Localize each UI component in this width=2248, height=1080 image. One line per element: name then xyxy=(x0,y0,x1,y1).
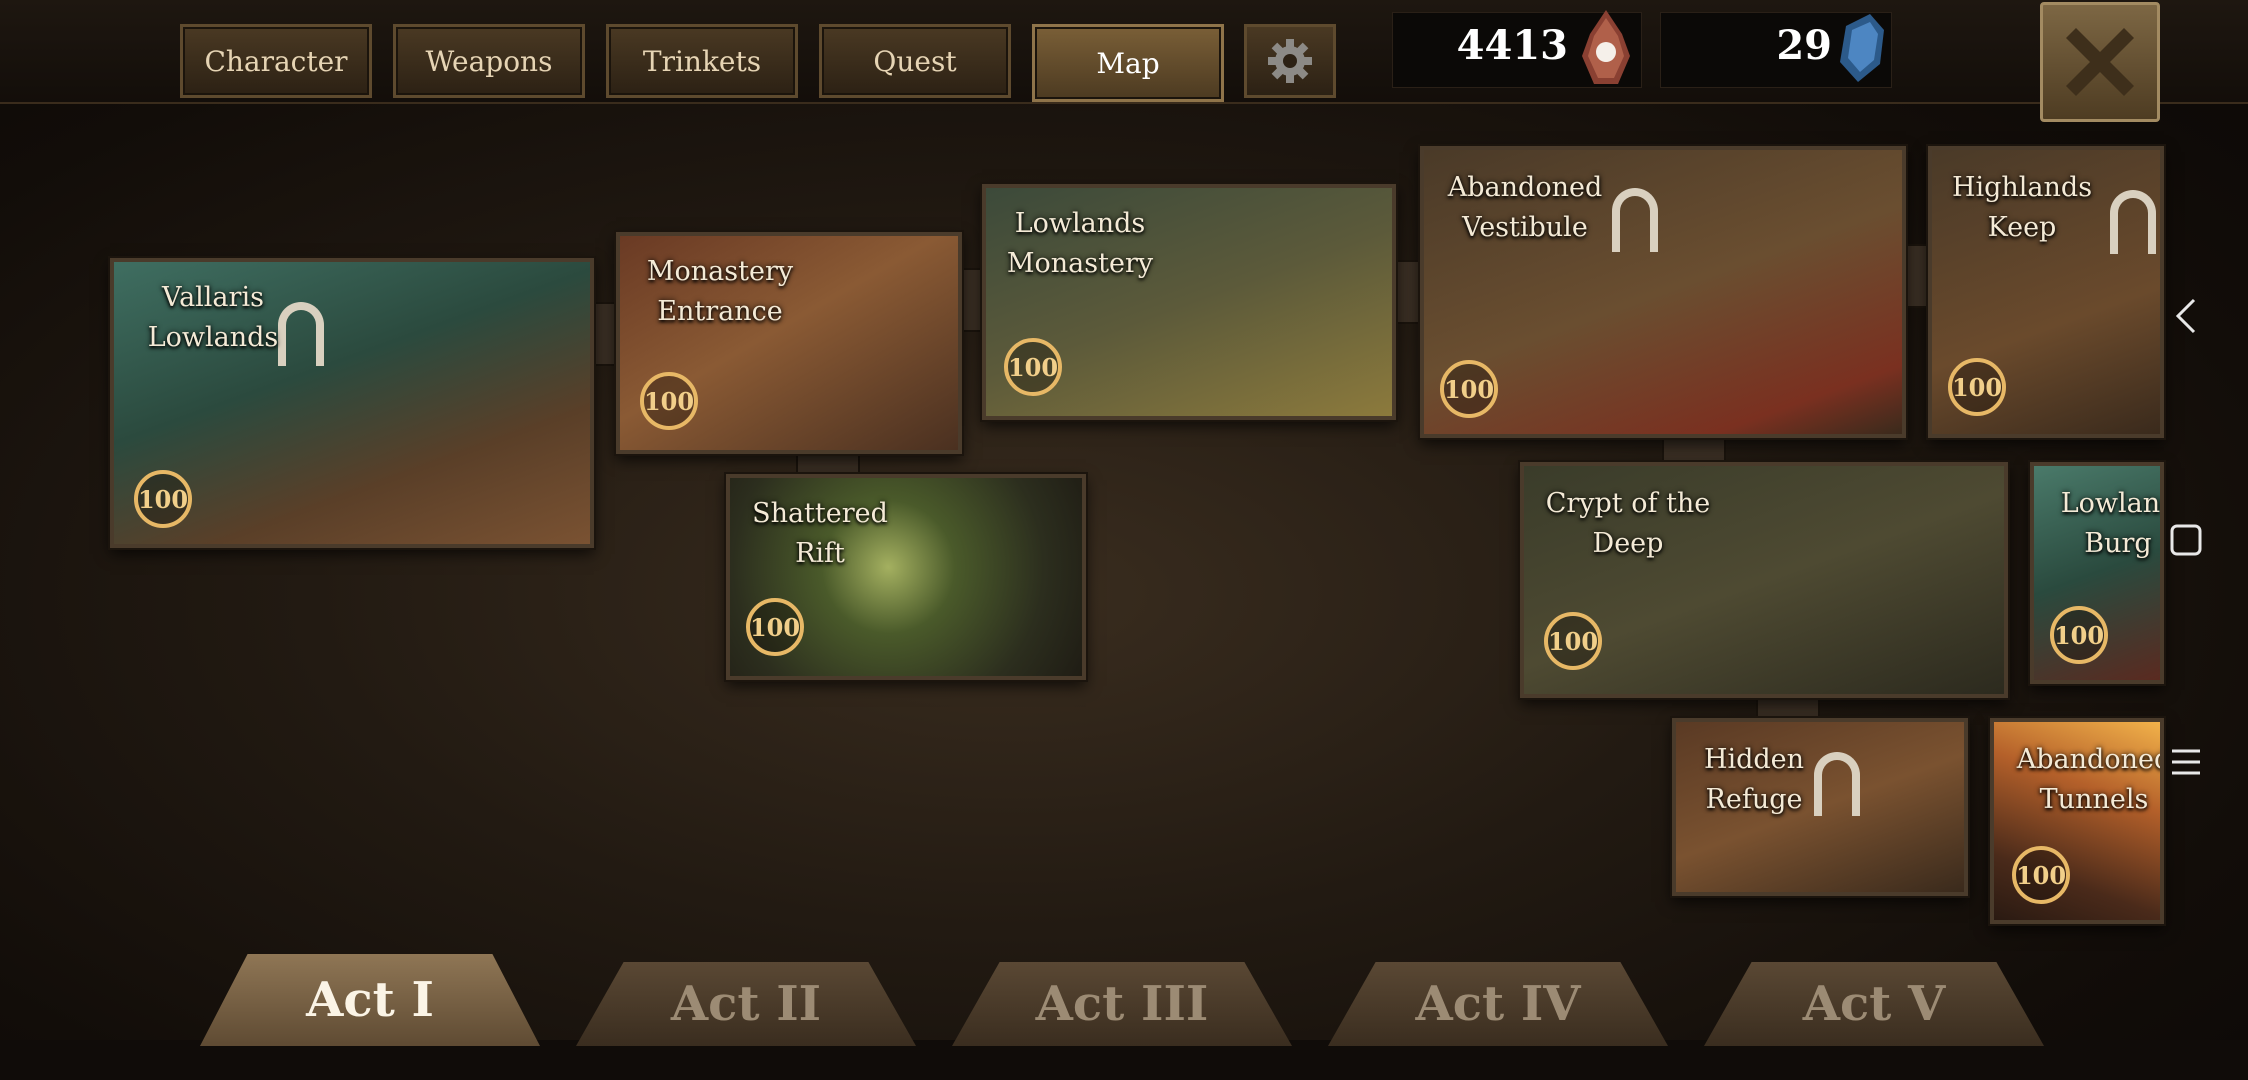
score-badge: 100 xyxy=(2012,846,2070,904)
home-icon xyxy=(2170,524,2202,556)
map-tile-vallaris-lowlands[interactable]: Vallaris Lowlands 100 xyxy=(110,258,594,548)
map-tile-lowlands-monastery[interactable]: Lowlands Monastery 100 xyxy=(982,184,1396,420)
map-tile-crypt-of-the-deep[interactable]: Crypt of the Deep 100 xyxy=(1520,462,2008,698)
score-badge: 100 xyxy=(134,470,192,528)
score-badge: 100 xyxy=(1544,612,1602,670)
tile-title: Monastery Entrance xyxy=(646,256,794,327)
nav-home-button[interactable] xyxy=(2166,520,2206,560)
gem-count: 29 xyxy=(1776,22,1832,69)
tile-title: Abandoned Vestibule xyxy=(1447,172,1603,243)
act-label: Act II xyxy=(670,976,822,1032)
nav-recents-button[interactable] xyxy=(2166,742,2206,782)
menu-icon xyxy=(2172,749,2200,775)
settings-button[interactable] xyxy=(1244,24,1336,98)
tab-label: Quest xyxy=(873,44,957,78)
tile-title: Highlands Keep xyxy=(1951,172,2093,243)
map-tile-abandoned-vestibule[interactable]: Abandoned Vestibule 100 xyxy=(1420,146,1906,438)
blue-gem-icon xyxy=(1840,14,1884,82)
tab-act-5[interactable]: Act V xyxy=(1704,962,2044,1046)
tile-title: Shattered Rift xyxy=(752,498,888,569)
tab-act-3[interactable]: Act III xyxy=(952,962,1292,1046)
tab-label: Character xyxy=(204,44,348,78)
score-badge: 100 xyxy=(746,598,804,656)
tile-title: Hidden Refuge xyxy=(1703,744,1805,815)
act-label: Act V xyxy=(1802,976,1946,1032)
tile-title: Vallaris Lowlands xyxy=(147,282,279,353)
tab-label: Map xyxy=(1096,46,1160,80)
soul-orb-icon xyxy=(1582,10,1630,84)
tile-title: Abandoned Tunnels xyxy=(2016,744,2164,815)
close-icon xyxy=(2066,28,2134,96)
score-badge: 100 xyxy=(1440,360,1498,418)
tab-weapons[interactable]: Weapons xyxy=(393,24,585,98)
soul-count: 4413 xyxy=(1456,22,1568,69)
tab-act-2[interactable]: Act II xyxy=(576,962,916,1046)
tab-label: Weapons xyxy=(425,44,553,78)
act-label: Act III xyxy=(1035,976,1209,1032)
tile-title: Lowlanc Burg xyxy=(2060,488,2164,559)
score-badge: 100 xyxy=(640,372,698,430)
tab-character[interactable]: Character xyxy=(180,24,372,98)
map-tile-monastery-entrance[interactable]: Monastery Entrance 100 xyxy=(616,232,962,454)
portal-arch-icon xyxy=(2110,190,2156,254)
tab-trinkets[interactable]: Trinkets xyxy=(606,24,798,98)
gear-icon xyxy=(1268,39,1312,83)
map-tile-hidden-refuge[interactable]: Hidden Refuge xyxy=(1672,718,1968,896)
score-badge: 100 xyxy=(1948,358,2006,416)
score-badge: 100 xyxy=(2050,606,2108,664)
back-icon xyxy=(2175,298,2196,334)
tab-label: Trinkets xyxy=(642,44,762,78)
act-label: Act I xyxy=(306,972,434,1028)
act-bar xyxy=(0,1040,2248,1080)
map-tile-highlands-keep[interactable]: Highlands Keep 100 xyxy=(1928,146,2164,438)
close-button[interactable] xyxy=(2040,2,2160,122)
map-tile-lowland-burg[interactable]: Lowlanc Burg 100 xyxy=(2030,462,2164,684)
tab-act-1[interactable]: Act I xyxy=(200,954,540,1046)
tab-map[interactable]: Map xyxy=(1032,24,1224,102)
score-badge: 100 xyxy=(1004,338,1062,396)
tile-title: Lowlands Monastery xyxy=(1006,208,1154,279)
tile-title: Crypt of the Deep xyxy=(1545,488,1711,559)
map-tile-abandoned-tunnels[interactable]: Abandoned Tunnels 100 xyxy=(1990,718,2164,924)
map-tile-shattered-rift[interactable]: Shattered Rift 100 xyxy=(726,474,1086,680)
act-label: Act IV xyxy=(1415,976,1581,1032)
tab-quest[interactable]: Quest xyxy=(819,24,1011,98)
nav-back-button[interactable] xyxy=(2166,296,2206,336)
tab-act-4[interactable]: Act IV xyxy=(1328,962,1668,1046)
